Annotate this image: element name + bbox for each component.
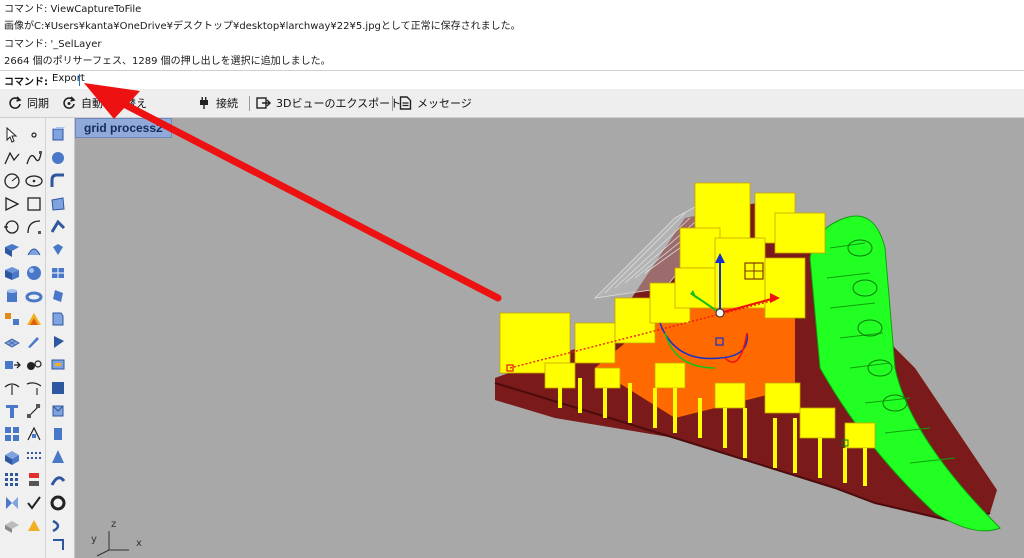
message-icon xyxy=(399,96,412,110)
text-icon[interactable] xyxy=(3,402,21,420)
blend-icon[interactable] xyxy=(49,310,67,328)
history-line: 2664 個のポリサーフェス、1289 個の押し出しを選択に追加しました。 xyxy=(4,56,331,67)
cylinder-icon[interactable] xyxy=(3,287,21,305)
sync-icon xyxy=(9,96,22,109)
sphere-solid-icon[interactable] xyxy=(49,149,67,167)
axis-label-x: x xyxy=(136,538,142,549)
history-line: コマンド: '_SelLayer xyxy=(4,39,102,50)
bend-icon[interactable] xyxy=(49,471,67,489)
layout-icon[interactable] xyxy=(49,536,67,554)
message-label: メッセージ xyxy=(417,97,472,110)
material-icon[interactable] xyxy=(25,517,43,535)
box-icon[interactable] xyxy=(3,264,21,282)
edit-icon[interactable] xyxy=(25,333,43,351)
boolean-icon[interactable] xyxy=(25,310,43,328)
command-label: コマンド: xyxy=(4,77,48,88)
trim-icon[interactable] xyxy=(3,379,21,397)
grid-dots-icon[interactable] xyxy=(3,471,21,489)
text-caret xyxy=(79,74,80,86)
twist-icon[interactable] xyxy=(49,517,67,535)
patch-icon[interactable] xyxy=(49,287,67,305)
arc-icon[interactable] xyxy=(25,218,43,236)
connect-button[interactable]: 接続 xyxy=(197,89,238,117)
grid-icon[interactable] xyxy=(3,425,21,443)
cut-icon[interactable] xyxy=(3,494,21,512)
cap-icon[interactable] xyxy=(49,402,67,420)
polyline-icon[interactable] xyxy=(3,149,21,167)
auto-switch-button[interactable]: 自動切り替え xyxy=(62,89,147,117)
viewport-tab-label: grid process2 xyxy=(84,121,163,135)
command-history: コマンド: ViewCaptureToFile 画像がC:¥Users¥kant… xyxy=(0,0,1024,70)
array-icon[interactable] xyxy=(25,448,43,466)
axis-label-y: y xyxy=(91,534,97,545)
flow-icon[interactable] xyxy=(49,356,67,374)
join-icon[interactable] xyxy=(25,356,43,374)
check-icon[interactable] xyxy=(25,494,43,512)
shell-icon[interactable] xyxy=(49,195,67,213)
sphere-icon[interactable] xyxy=(25,264,43,282)
render-icon[interactable] xyxy=(3,448,21,466)
transform-icon[interactable] xyxy=(3,356,21,374)
curve-icon[interactable] xyxy=(25,149,43,167)
auto-switch-icon xyxy=(63,96,76,109)
ring-icon[interactable] xyxy=(49,494,67,512)
point-icon[interactable] xyxy=(25,126,43,144)
left-toolbar xyxy=(0,118,75,558)
cone-icon[interactable] xyxy=(49,448,67,466)
sync-label: 同期 xyxy=(27,97,49,110)
shade-icon[interactable] xyxy=(3,517,21,535)
rebuild-icon[interactable] xyxy=(49,333,67,351)
sweep-icon[interactable] xyxy=(49,218,67,236)
viewport-tab[interactable]: grid process2 xyxy=(75,118,172,138)
pipe-icon[interactable] xyxy=(49,425,67,443)
toolbar-divider xyxy=(392,96,393,111)
layer-icon[interactable] xyxy=(25,471,43,489)
extrude-icon[interactable] xyxy=(49,126,67,144)
history-line: コマンド: ViewCaptureToFile xyxy=(4,4,142,15)
explode-icon[interactable] xyxy=(3,310,21,328)
dimension-icon[interactable] xyxy=(25,402,43,420)
torus-icon[interactable] xyxy=(25,287,43,305)
split-icon[interactable] xyxy=(25,379,43,397)
sync-button[interactable]: 同期 xyxy=(8,89,49,117)
surface-icon[interactable] xyxy=(3,241,21,259)
circle-icon[interactable] xyxy=(3,172,21,190)
offset-icon[interactable] xyxy=(3,218,21,236)
toolbar-divider xyxy=(249,96,250,111)
mesh-icon[interactable] xyxy=(3,333,21,351)
history-line: 画像がC:¥Users¥kanta¥OneDrive¥デスクトップ¥deskto… xyxy=(4,21,521,32)
connect-label: 接続 xyxy=(216,97,238,110)
loft-icon[interactable] xyxy=(25,241,43,259)
export-icon xyxy=(256,97,271,109)
auto-switch-label: 自動切り替え xyxy=(81,97,147,110)
scene-3d[interactable] xyxy=(75,118,1024,558)
fillet-icon[interactable] xyxy=(49,172,67,190)
analyze-icon[interactable] xyxy=(25,425,43,443)
slab-icon[interactable] xyxy=(49,379,67,397)
revolve-icon[interactable] xyxy=(49,241,67,259)
export-3d-label: 3Dビューのエクスポート xyxy=(276,97,402,110)
rectangle-icon[interactable] xyxy=(25,195,43,213)
export-3d-button[interactable]: 3Dビューのエクスポート xyxy=(256,89,401,117)
ellipse-icon[interactable] xyxy=(25,172,43,190)
command-line[interactable]: コマンド: Export xyxy=(0,70,1024,90)
message-button[interactable]: メッセージ xyxy=(399,89,472,117)
toolbar-column-divider xyxy=(45,118,46,558)
polygon-icon[interactable] xyxy=(3,195,21,213)
axis-label-z: z xyxy=(111,519,117,530)
plug-icon xyxy=(200,97,208,109)
arrow-icon[interactable] xyxy=(3,126,21,144)
toolbar: 同期 自動切り替え 接続 3Dビューのエクスポート メッセージ xyxy=(0,89,1024,118)
world-axis-icon xyxy=(96,531,129,557)
viewport-perspective[interactable]: grid process2 x y z xyxy=(75,118,1024,558)
network-icon[interactable] xyxy=(49,264,67,282)
